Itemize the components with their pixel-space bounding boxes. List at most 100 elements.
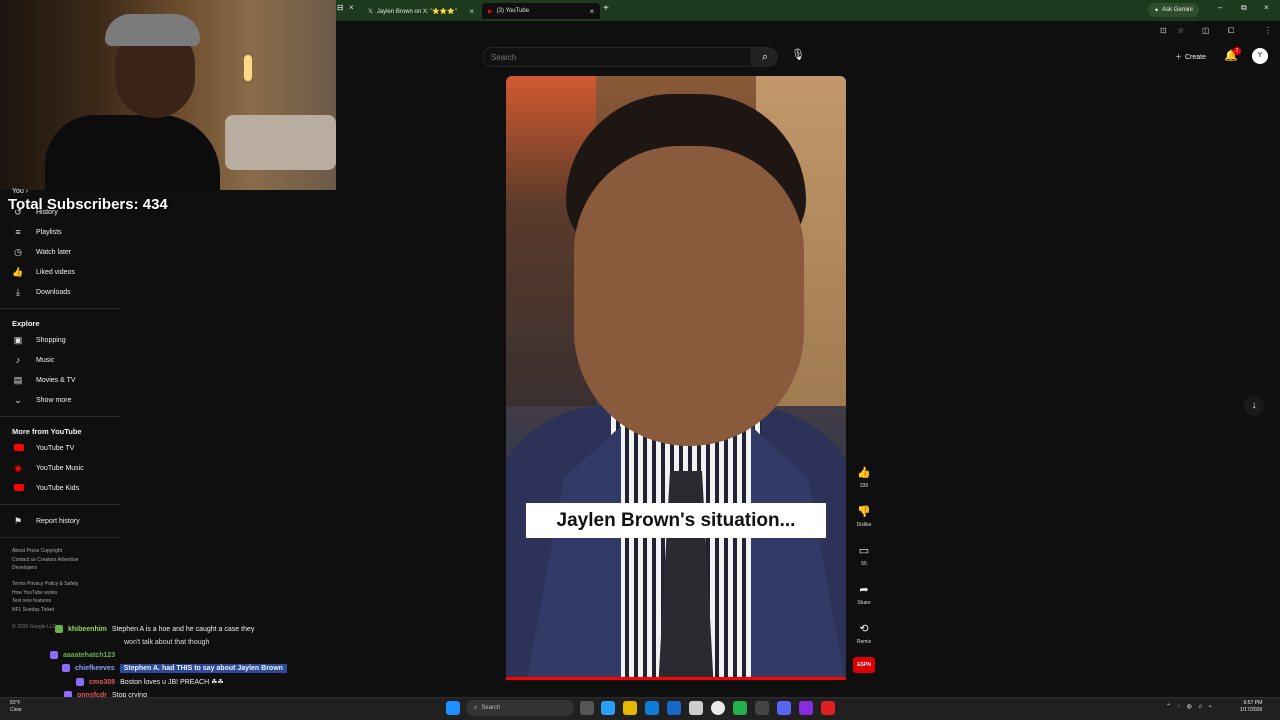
app-icon[interactable] xyxy=(821,701,835,715)
gemini-sparkle-icon: ✦ xyxy=(1154,7,1160,14)
sidebar-item-watch-later[interactable]: ◷ Watch later xyxy=(12,243,120,261)
sidebar-item-movies-tv[interactable]: ▤ Movies & TV xyxy=(12,371,120,389)
comments-button[interactable]: ▭ 55 xyxy=(852,544,876,567)
sidebar-item-shopping[interactable]: ▣ Shopping xyxy=(12,331,120,349)
browser-menu-icon[interactable]: ⋮ xyxy=(1264,26,1272,35)
chat-text: Boston loves u JB! PREACH ☘☘ xyxy=(120,679,224,686)
sidebar-item-show-more[interactable]: ⌄ Show more xyxy=(12,391,120,409)
youtube-tv-icon xyxy=(12,443,24,453)
close-tab-icon[interactable]: × xyxy=(589,7,594,16)
edge-icon[interactable] xyxy=(601,701,615,715)
channel-avatar[interactable]: ESPN xyxy=(853,657,875,673)
sidebar-item-youtube-kids[interactable]: YouTube Kids xyxy=(12,479,120,497)
search-input[interactable]: Search xyxy=(482,47,752,67)
restore-icon[interactable]: ⧉ xyxy=(1241,3,1247,13)
close-tab-icon[interactable]: × xyxy=(469,7,474,16)
footer-link-row[interactable]: Test new features xyxy=(12,597,120,606)
account-avatar[interactable]: Y xyxy=(1252,48,1268,64)
remix-button[interactable]: ⟲ Remix xyxy=(852,622,876,645)
sidebar-divider xyxy=(0,416,120,417)
film-icon: ▤ xyxy=(13,374,23,385)
tab-jaylen-brown-x[interactable]: 𝕏 Jaylen Brown on X: "⭐⭐⭐" × xyxy=(362,3,480,19)
system-tray-icons[interactable]: ⌃◌◍♫⌁ xyxy=(1166,703,1218,710)
share-button[interactable]: ➦ Share xyxy=(852,583,876,606)
like-button[interactable]: 👍 339 xyxy=(852,466,876,489)
tab-title: (3) YouTube xyxy=(496,8,530,14)
weather-widget[interactable]: 83°F Clear xyxy=(10,700,22,714)
terminal-icon[interactable] xyxy=(755,701,769,715)
tab-close-icon[interactable]: × xyxy=(349,3,354,12)
chrome-icon[interactable] xyxy=(711,701,725,715)
footer-link-row[interactable]: Developers xyxy=(12,564,120,573)
weather-desc: Clear xyxy=(10,707,22,713)
footer-link-row[interactable]: About Press Copyright xyxy=(12,547,120,556)
sidebar-footer-links: Terms Privacy Policy & Safety How YouTub… xyxy=(12,580,120,614)
video-caption: Jaylen Brown's situation... xyxy=(526,503,826,538)
create-label: Create xyxy=(1185,53,1207,61)
ask-gemini-button[interactable]: ✦ Ask Gemini xyxy=(1148,3,1199,17)
playlists-icon: ≡ xyxy=(15,227,21,237)
chat-badge-icon xyxy=(50,651,58,659)
youtube-kids-icon xyxy=(12,483,24,493)
chat-username: cmo308 xyxy=(89,678,116,686)
comment-count: 55 xyxy=(861,561,867,567)
shorts-video-player[interactable] xyxy=(506,76,846,680)
task-view-icon[interactable] xyxy=(580,701,594,715)
sidebar-item-label: Playlists xyxy=(36,228,62,236)
chat-badge-icon xyxy=(55,625,63,633)
new-tab-button[interactable]: + xyxy=(603,3,609,14)
sidebar-item-downloads[interactable]: ⤓ Downloads xyxy=(12,283,120,301)
app-icon[interactable] xyxy=(799,701,813,715)
install-app-icon[interactable]: ⊡ xyxy=(1160,26,1167,35)
footer-link-row[interactable]: NFL Sunday Ticket xyxy=(12,606,120,615)
clock-time: 6:57 PM xyxy=(1243,700,1263,706)
tab-youtube[interactable]: ▶ (3) YouTube × xyxy=(482,3,600,19)
footer-link-row[interactable]: Terms Privacy Policy & Safety xyxy=(12,580,120,589)
taskbar-search[interactable]: ⌕ Search xyxy=(466,700,574,716)
voice-search-button[interactable]: 🎙 xyxy=(788,48,808,66)
sidebar-item-liked-videos[interactable]: 👍 Liked videos xyxy=(12,263,120,281)
sidebar-item-label: Movies & TV xyxy=(36,376,76,384)
explore-heading: Explore xyxy=(12,319,40,328)
app-icon[interactable] xyxy=(667,701,681,715)
windows-taskbar xyxy=(0,697,1280,720)
sidebar-item-music[interactable]: ♪ Music xyxy=(12,351,120,369)
sidebar-you-heading[interactable]: You › xyxy=(12,188,28,195)
taskbar-search-label: Search xyxy=(481,705,501,711)
couch xyxy=(225,115,336,170)
extensions-icon[interactable]: ⧠ xyxy=(1228,26,1234,36)
next-video-button[interactable]: ↓ xyxy=(1244,396,1264,416)
video-progress-bar[interactable] xyxy=(506,677,846,680)
chat-text: Stephen A is a hoe and he caught a case … xyxy=(111,625,255,633)
sidebar-divider xyxy=(0,308,120,309)
sidebar-item-playlists[interactable]: ≡ Playlists xyxy=(12,223,120,241)
sidebar-item-youtube-tv[interactable]: YouTube TV xyxy=(12,439,120,457)
app-icon[interactable] xyxy=(733,701,747,715)
footer-link-row[interactable]: How YouTube works xyxy=(12,589,120,598)
like-count: 339 xyxy=(859,483,869,489)
sidebar-item-youtube-music[interactable]: ◉ YouTube Music xyxy=(12,459,120,477)
create-button[interactable]: ＋ Create xyxy=(1170,49,1211,65)
tab-scroll-icon[interactable]: ⊟ xyxy=(337,3,344,12)
minimize-icon[interactable]: – xyxy=(1218,3,1222,12)
sidebar-footer-links: About Press Copyright Contact us Creator… xyxy=(12,547,120,573)
app-icon[interactable] xyxy=(689,701,703,715)
footer-link-row[interactable]: Contact us Creators Advertise xyxy=(12,556,120,565)
window-close-icon[interactable]: × xyxy=(1264,3,1269,12)
store-icon[interactable] xyxy=(645,701,659,715)
search-icon: ⌕ xyxy=(761,51,769,63)
sidebar-item-label: YouTube Kids xyxy=(36,484,80,492)
taskbar-clock[interactable]: 6:57 PM 1/17/2026 xyxy=(1240,700,1262,714)
start-windows-icon[interactable] xyxy=(446,701,460,715)
bookmark-star-icon[interactable]: ☆ xyxy=(1177,26,1184,35)
split-view-icon[interactable]: ◫ xyxy=(1202,26,1210,35)
search-button[interactable]: ⌕ xyxy=(752,47,778,67)
notification-count-badge: 2 xyxy=(1233,47,1241,55)
file-explorer-icon[interactable] xyxy=(623,701,637,715)
remix-label: Remix xyxy=(856,639,872,645)
sidebar-item-report-history[interactable]: ⚑ Report history xyxy=(12,512,120,530)
discord-icon[interactable] xyxy=(777,701,791,715)
sidebar-item-label: YouTube Music xyxy=(36,464,84,472)
sidebar-item-history[interactable]: ↺ History xyxy=(12,203,120,221)
dislike-button[interactable]: 👎 Dislike xyxy=(852,505,876,528)
